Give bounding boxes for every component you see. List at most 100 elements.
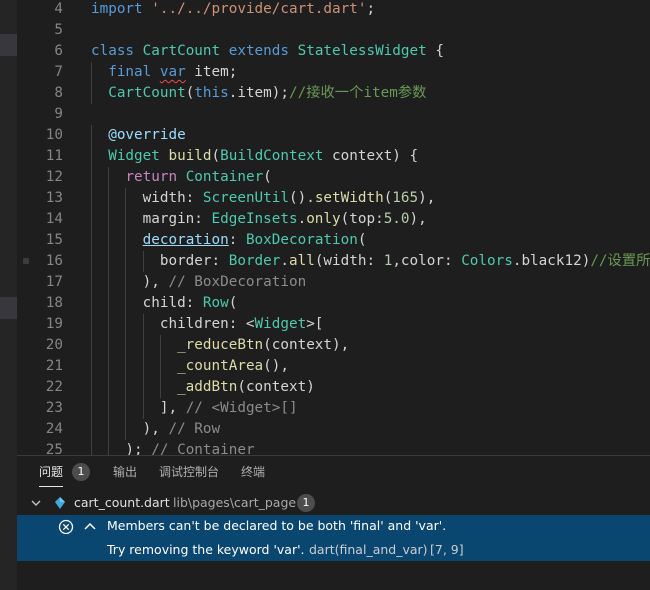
tab-terminal[interactable]: 终端 [241,463,265,480]
code-token: Widget [108,148,169,164]
code-text: ), // Row [91,419,220,440]
code-token: context) { [323,148,419,164]
line-number: 10 [45,127,63,143]
code-token: . [280,253,289,269]
code-text: CartCount(this.item);//接收一个item参数 [91,83,426,104]
code-token: ), [409,211,427,227]
code-text: ), // BoxDecoration [91,272,307,293]
code-editor[interactable]: 4 import '../../provide/cart.dart'; 5 6 clas… [17,0,650,455]
code-token: ,color: [392,253,462,269]
code-token: only [306,211,341,227]
line-number: 11 [45,148,63,164]
line-number: 4 [54,1,63,17]
code-token: build [168,148,212,164]
line-number: 24 [45,421,63,437]
line-number: 15 [45,232,63,248]
code-line[interactable]: 20 _reduceBtn(context), [17,335,650,356]
code-token: EdgeInsets [211,211,298,227]
code-token: CartCount [142,43,229,59]
problem-file-row[interactable]: cart_count.dart lib\pages\cart_page 1 [17,492,650,514]
code-token: extends [228,43,298,59]
problem-file-name: cart_count.dart [74,495,170,510]
code-line[interactable]: 15 decoration: BoxDecoration( [17,230,650,251]
code-line[interactable]: 16 border: Border.all(width: 1,color: Co… [17,251,650,272]
code-line[interactable]: 9 [17,104,650,125]
code-token: (). [288,190,315,206]
line-number: 13 [45,190,63,206]
problem-source: dart(final_and_var) [309,542,428,557]
code-token: (top: [340,211,384,227]
activity-bar [0,0,17,590]
code-line[interactable]: 21 _countArea(), [17,356,650,377]
code-token: Border [228,253,281,269]
code-line[interactable]: 7 final var item; [17,62,650,83]
code-token: ScreenUtil [202,190,289,206]
code-token: ( [357,232,367,248]
code-token: Container [185,169,264,185]
code-text: border: Border.all(width: 1,color: Color… [91,251,650,272]
code-token: width: [91,190,203,206]
code-token: border: [91,253,229,269]
code-line[interactable]: 24 ), // Row [17,419,650,440]
code-line[interactable]: 23 ], // <Widget>[] [17,398,650,419]
code-token: _countArea [177,358,264,374]
tab-problems[interactable]: 问题 [39,463,64,487]
chevron-up-icon[interactable] [84,521,96,531]
line-number: 22 [45,379,63,395]
code-token: BuildContext [220,148,324,164]
line-number: 7 [54,64,63,80]
code-token: ), [91,421,169,437]
code-token: final [108,64,160,80]
line-number: 14 [45,211,63,227]
problem-file-path: lib\pages\cart_page [173,495,297,510]
code-line[interactable]: 6 class CartCount extends StatelessWidget… [17,41,650,62]
code-token: _reduceBtn [177,337,264,353]
code-line[interactable]: 8 CartCount(this.item);//接收一个item参数 [17,83,650,104]
code-line[interactable]: 22 _addBtn(context) [17,377,650,398]
problem-position: [7, 9] [430,542,464,557]
code-text: Widget build(BuildContext context) { [91,146,418,167]
code-token: ( [263,169,272,185]
line-number: 6 [54,43,63,59]
code-line[interactable]: 19 children: <Widget>[ [17,314,650,335]
code-token: ), [418,190,436,206]
code-line[interactable]: 5 [17,20,650,41]
chevron-down-icon[interactable] [31,498,41,508]
code-line[interactable]: 17 ), // BoxDecoration [17,272,650,293]
activity-bar-selected-item[interactable] [0,34,17,56]
line-number: 21 [45,358,63,374]
code-token: '../../provide/cart.dart' [151,1,367,17]
code-token: ( [228,295,238,311]
code-token: this [194,85,229,101]
glyph-margin-marker[interactable] [23,258,29,264]
code-text: import '../../provide/cart.dart'; [91,0,375,20]
code-line[interactable]: 4 import '../../provide/cart.dart'; [17,0,650,20]
code-line[interactable]: 14 margin: EdgeInsets.only(top:5.0), [17,209,650,230]
code-token: //设置所有 [590,253,650,269]
code-line[interactable]: 10 @override [17,125,650,146]
code-line[interactable]: 12 return Container( [17,167,650,188]
code-line[interactable]: 18 child: Row( [17,293,650,314]
code-token: >[ [306,316,324,332]
code-token: child: [91,295,203,311]
code-line[interactable]: 11 Widget build(BuildContext context) { [17,146,650,167]
code-text: ], // <Widget>[] [91,398,298,419]
tab-output[interactable]: 输出 [113,463,137,480]
problem-item[interactable]: Members can't be declared to be both 'fi… [17,515,650,561]
code-token: // BoxDecoration [168,274,307,290]
code-line[interactable]: 25 ); // Container [17,440,650,455]
code-line[interactable]: 13 width: ScreenUtil().setWidth(165), [17,188,650,209]
code-token: _addBtn [177,379,238,395]
activity-bar-selected-item[interactable] [0,297,17,319]
code-token: 5.0 [383,211,410,227]
code-text: _countArea(), [91,356,289,377]
code-token: margin: [91,211,212,227]
code-token: // Container [151,442,255,455]
tab-debug-console[interactable]: 调试控制台 [159,463,219,480]
